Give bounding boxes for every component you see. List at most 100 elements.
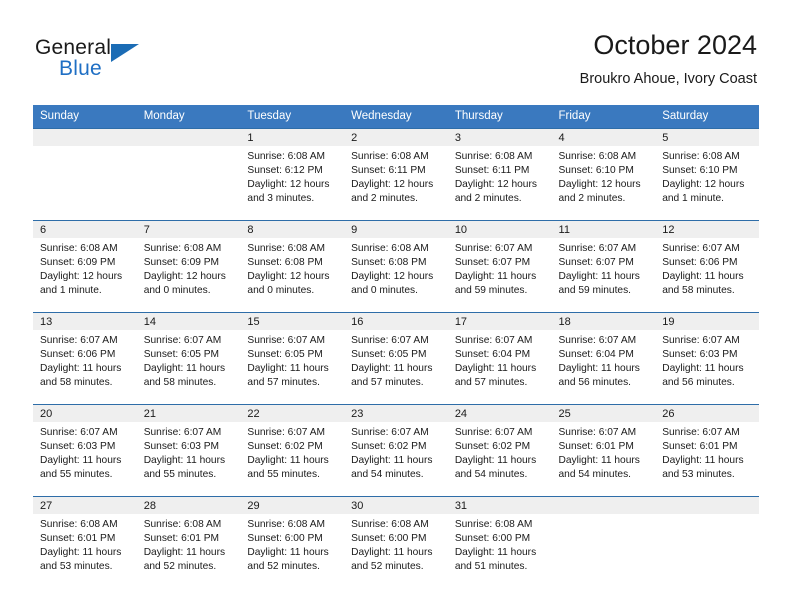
calendar-day-cell[interactable]: 10 Sunrise: 6:07 AM Sunset: 6:07 PM Dayligh… [447,220,552,313]
daylight-duration-line2: and 2 minutes. [454,193,522,205]
calendar-day-cell[interactable]: 23 Sunrise: 6:07 AM Sunset: 6:02 PM Dayligh… [344,404,448,497]
calendar-cell-empty [551,496,656,588]
day-details: Sunrise: 6:08 AM Sunset: 6:01 PM Daylight:… [137,514,241,574]
calendar-cell-inner: 1 Sunrise: 6:08 AM Sunset: 6:12 PM Daylight… [240,129,345,220]
calendar-day-cell[interactable]: 19 Sunrise: 6:07 AM Sunset: 6:03 PM Dayligh… [655,312,759,405]
calendar-day-cell[interactable]: 13 Sunrise: 6:07 AM Sunset: 6:06 PM Dayligh… [33,312,137,405]
calendar-cell-empty [655,496,759,588]
calendar-day-cell[interactable]: 5 Sunrise: 6:08 AM Sunset: 6:10 PM Daylight… [655,128,759,221]
calendar-page: General Blue October 2024 Broukro Ahoue,… [0,0,792,612]
calendar-day-cell[interactable]: 25 Sunrise: 6:07 AM Sunset: 6:01 PM Dayligh… [551,404,656,497]
calendar-day-cell[interactable]: 8 Sunrise: 6:08 AM Sunset: 6:08 PM Daylight… [240,220,345,313]
calendar-day-cell[interactable]: 16 Sunrise: 6:07 AM Sunset: 6:05 PM Dayligh… [344,312,448,405]
sunrise-time: Sunrise: 6:08 AM [454,151,533,162]
weekday-header-tuesday: Tuesday [240,105,345,129]
day-number: 11 [551,221,656,238]
sunset-time: Sunset: 6:06 PM [40,349,116,361]
sunset-time: Sunset: 6:02 PM [247,441,323,453]
calendar-day-cell[interactable]: 4 Sunrise: 6:08 AM Sunset: 6:10 PM Daylight… [551,128,656,221]
sunrise-time: Sunrise: 6:08 AM [351,519,429,530]
page-title: October 2024 [593,30,757,60]
calendar-cell-inner: 29 Sunrise: 6:08 AM Sunset: 6:00 PM Dayligh… [240,497,345,588]
daylight-duration-line1: Daylight: 11 hours [40,547,122,559]
calendar-grid: Sunday Monday Tuesday Wednesday Thursday… [33,105,759,588]
day-details: Sunrise: 6:08 AM Sunset: 6:00 PM Daylight:… [240,514,344,574]
sunrise-time: Sunrise: 6:07 AM [40,335,118,346]
calendar-day-cell[interactable]: 24 Sunrise: 6:07 AM Sunset: 6:02 PM Dayligh… [447,404,552,497]
sunset-time: Sunset: 6:00 PM [454,533,531,545]
calendar-day-cell[interactable]: 12 Sunrise: 6:07 AM Sunset: 6:06 PM Dayligh… [655,220,759,313]
day-details: Sunrise: 6:08 AM Sunset: 6:10 PM Daylight:… [655,146,759,206]
daylight-duration-line2: and 51 minutes. [454,561,528,573]
day-details: Sunrise: 6:08 AM Sunset: 6:01 PM Daylight:… [33,514,137,574]
calendar-day-cell[interactable]: 27 Sunrise: 6:08 AM Sunset: 6:01 PM Dayligh… [33,496,137,588]
daylight-duration-line2: and 59 minutes. [558,285,632,297]
calendar-day-cell[interactable]: 26 Sunrise: 6:07 AM Sunset: 6:01 PM Dayligh… [655,404,759,497]
logo-text-blue: Blue [59,57,102,80]
daylight-duration-line1: Daylight: 11 hours [454,455,537,467]
day-details: Sunrise: 6:08 AM Sunset: 6:00 PM Daylight:… [344,514,448,574]
calendar-day-cell[interactable]: 17 Sunrise: 6:07 AM Sunset: 6:04 PM Dayligh… [447,312,552,405]
sunset-time: Sunset: 6:09 PM [40,257,116,269]
daylight-duration-line2: and 2 minutes. [558,193,626,205]
day-number: 27 [33,497,137,514]
daylight-duration-line1: Daylight: 11 hours [143,363,226,375]
calendar-day-cell[interactable]: 9 Sunrise: 6:08 AM Sunset: 6:08 PM Daylight… [344,220,448,313]
sunrise-time: Sunrise: 6:08 AM [247,519,325,530]
sunset-time: Sunset: 6:11 PM [351,165,426,177]
calendar-day-cell[interactable]: 11 Sunrise: 6:07 AM Sunset: 6:07 PM Dayligh… [551,220,656,313]
calendar-day-cell[interactable]: 31 Sunrise: 6:08 AM Sunset: 6:00 PM Dayligh… [447,496,552,588]
calendar-day-cell[interactable]: 20 Sunrise: 6:07 AM Sunset: 6:03 PM Dayligh… [33,404,137,497]
sunrise-time: Sunrise: 6:08 AM [40,519,118,530]
general-blue-logo[interactable]: General Blue [35,36,235,88]
calendar-day-cell[interactable]: 1 Sunrise: 6:08 AM Sunset: 6:12 PM Daylight… [240,128,345,221]
calendar-cell-inner: 15 Sunrise: 6:07 AM Sunset: 6:05 PM Dayligh… [240,313,345,404]
day-details: Sunrise: 6:07 AM Sunset: 6:05 PM Daylight:… [137,330,241,390]
calendar-day-cell[interactable]: 3 Sunrise: 6:08 AM Sunset: 6:11 PM Daylight… [447,128,552,221]
calendar-week-row: 1 Sunrise: 6:08 AM Sunset: 6:12 PM Daylight… [33,128,759,221]
daylight-duration-line1: Daylight: 11 hours [247,363,329,375]
daylight-duration-line1: Daylight: 11 hours [558,271,640,283]
calendar-week-row: 20 Sunrise: 6:07 AM Sunset: 6:03 PM Dayligh… [33,404,759,497]
day-details: Sunrise: 6:08 AM Sunset: 6:10 PM Daylight:… [552,146,656,206]
daylight-duration-line2: and 52 minutes. [351,561,424,573]
calendar-day-cell[interactable]: 15 Sunrise: 6:07 AM Sunset: 6:05 PM Dayligh… [240,312,345,405]
calendar-day-cell[interactable]: 28 Sunrise: 6:08 AM Sunset: 6:01 PM Dayligh… [136,496,241,588]
calendar-cell-inner: 25 Sunrise: 6:07 AM Sunset: 6:01 PM Dayligh… [551,405,656,496]
daylight-duration-line2: and 1 minute. [662,193,724,205]
daylight-duration-line1: Daylight: 12 hours [143,271,226,283]
daylight-duration-line1: Daylight: 12 hours [351,271,434,283]
calendar-day-cell[interactable]: 7 Sunrise: 6:08 AM Sunset: 6:09 PM Daylight… [136,220,241,313]
daylight-duration-line2: and 58 minutes. [143,377,217,389]
daylight-duration-line2: and 0 minutes. [247,285,315,297]
sunset-time: Sunset: 6:01 PM [40,533,116,545]
daylight-duration-line2: and 56 minutes. [558,377,632,389]
day-details: Sunrise: 6:08 AM Sunset: 6:08 PM Daylight:… [240,238,344,298]
sunset-time: Sunset: 6:03 PM [662,349,738,361]
calendar-day-cell[interactable]: 18 Sunrise: 6:07 AM Sunset: 6:04 PM Dayligh… [551,312,656,405]
day-number: 16 [344,313,448,330]
daylight-duration-line2: and 56 minutes. [662,377,735,389]
calendar-day-cell[interactable]: 2 Sunrise: 6:08 AM Sunset: 6:11 PM Daylight… [344,128,448,221]
calendar-day-cell[interactable]: 6 Sunrise: 6:08 AM Sunset: 6:09 PM Daylight… [33,220,137,313]
sunset-time: Sunset: 6:03 PM [40,441,116,453]
daylight-duration-line1: Daylight: 11 hours [143,547,226,559]
daylight-duration-line1: Daylight: 11 hours [40,455,122,467]
calendar-week-row: 27 Sunrise: 6:08 AM Sunset: 6:01 PM Dayligh… [33,496,759,588]
calendar-cell-inner: 16 Sunrise: 6:07 AM Sunset: 6:05 PM Dayligh… [344,313,448,404]
sunrise-time: Sunrise: 6:08 AM [247,151,325,162]
calendar-day-cell[interactable]: 22 Sunrise: 6:07 AM Sunset: 6:02 PM Dayligh… [240,404,345,497]
daylight-duration-line2: and 3 minutes. [247,193,315,205]
calendar-cell-empty [33,128,137,221]
day-number: 6 [33,221,137,238]
sunset-time: Sunset: 6:03 PM [143,441,220,453]
calendar-cell-inner: 12 Sunrise: 6:07 AM Sunset: 6:06 PM Dayligh… [655,221,759,312]
day-details: Sunrise: 6:07 AM Sunset: 6:02 PM Daylight:… [240,422,344,482]
calendar-day-cell[interactable]: 30 Sunrise: 6:08 AM Sunset: 6:00 PM Dayligh… [344,496,448,588]
calendar-day-cell[interactable]: 21 Sunrise: 6:07 AM Sunset: 6:03 PM Dayligh… [136,404,241,497]
sunset-time: Sunset: 6:01 PM [662,441,738,453]
day-details: Sunrise: 6:07 AM Sunset: 6:07 PM Daylight:… [448,238,552,298]
calendar-day-cell[interactable]: 14 Sunrise: 6:07 AM Sunset: 6:05 PM Dayligh… [136,312,241,405]
daylight-duration-line2: and 2 minutes. [351,193,418,205]
calendar-day-cell[interactable]: 29 Sunrise: 6:08 AM Sunset: 6:00 PM Dayligh… [240,496,345,588]
